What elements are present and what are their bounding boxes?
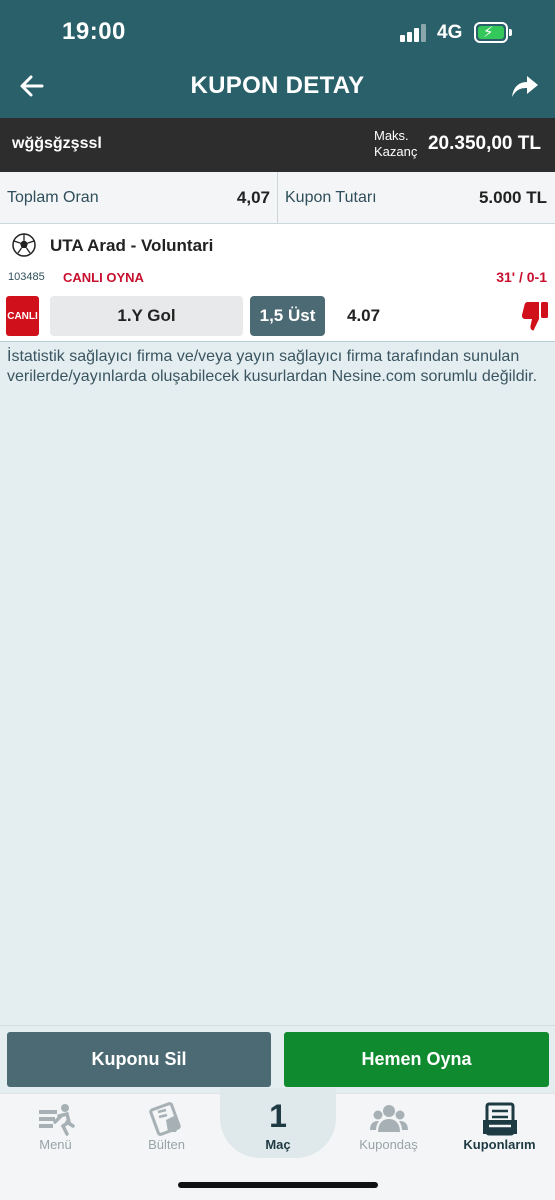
tab-menu[interactable]: Menü <box>0 1094 111 1164</box>
users-group-icon <box>370 1105 408 1132</box>
page-title: KUPON DETAY <box>190 72 365 99</box>
network-type: 4G <box>437 22 463 43</box>
match-card[interactable]: UTA Arad - Voluntari 103485 CANLI OYNA 3… <box>0 224 555 342</box>
coupons-icon <box>483 1102 517 1136</box>
share-arrow-icon[interactable] <box>511 74 539 100</box>
match-code: 103485 <box>8 271 45 283</box>
totals-divider <box>277 172 278 224</box>
total-odds-label: Toplam Oran <box>7 189 99 206</box>
live-play-link[interactable]: CANLI OYNA <box>63 270 144 285</box>
max-win-label: Maks. Kazanç <box>374 128 418 159</box>
coupon-amount-label: Kupon Tutarı <box>285 189 377 206</box>
tab-match-label[interactable]: Maç <box>220 1137 336 1152</box>
tab-menu-label: Menü <box>39 1137 72 1152</box>
tab-bulletin-label: Bülten <box>148 1137 185 1152</box>
tab-my-coupons-label: Kuponlarım <box>463 1137 536 1152</box>
match-score: 31' / 0-1 <box>496 269 547 285</box>
coupon-amount-value: 5.000 TL <box>478 188 547 207</box>
match-count[interactable]: 1 <box>220 1098 336 1135</box>
bet-odd: 4.07 <box>347 306 381 325</box>
bulletin-hand-icon <box>149 1102 181 1136</box>
disclaimer-text: İstatistik sağlayıcı firma ve/veya yayın… <box>7 348 538 385</box>
coupon-name: wğğsğzşssl <box>12 135 102 152</box>
action-bar: Kuponu Sil Hemen Oyna <box>0 1025 555 1093</box>
signal-icon <box>400 24 430 42</box>
live-badge: CANLI <box>6 296 39 336</box>
tab-kupondas-label: Kupondaş <box>359 1137 418 1152</box>
total-odds-value: 4,07 <box>236 188 270 207</box>
play-now-button[interactable]: Hemen Oyna <box>284 1032 549 1087</box>
menu-runner-icon <box>39 1104 75 1136</box>
tab-bulletin[interactable]: Bülten <box>111 1094 222 1164</box>
coupon-totals: Toplam Oran 4,07 Kupon Tutarı 5.000 TL <box>0 172 555 224</box>
bet-selection: 1,5 Üst <box>250 296 325 336</box>
battery-icon: ⚡ <box>474 22 512 43</box>
top-bar: 19:00 4G ⚡ KUPON DETAY <box>0 0 555 118</box>
tab-my-coupons[interactable]: Kuponlarım <box>444 1094 555 1164</box>
status-time: 19:00 <box>62 18 126 45</box>
thumbs-down-icon <box>521 302 548 331</box>
home-indicator <box>178 1182 378 1188</box>
bet-market: 1.Y Gol <box>50 296 243 336</box>
coupon-name-bar: wğğsğzşssl Maks. Kazanç 20.350,00 TL <box>0 118 555 172</box>
soccer-ball-icon <box>12 233 36 257</box>
delete-coupon-button[interactable]: Kuponu Sil <box>7 1032 271 1087</box>
tab-kupondas[interactable]: Kupondaş <box>333 1094 444 1164</box>
match-name: UTA Arad - Voluntari <box>50 236 214 255</box>
max-win-value: 20.350,00 TL <box>427 133 541 154</box>
